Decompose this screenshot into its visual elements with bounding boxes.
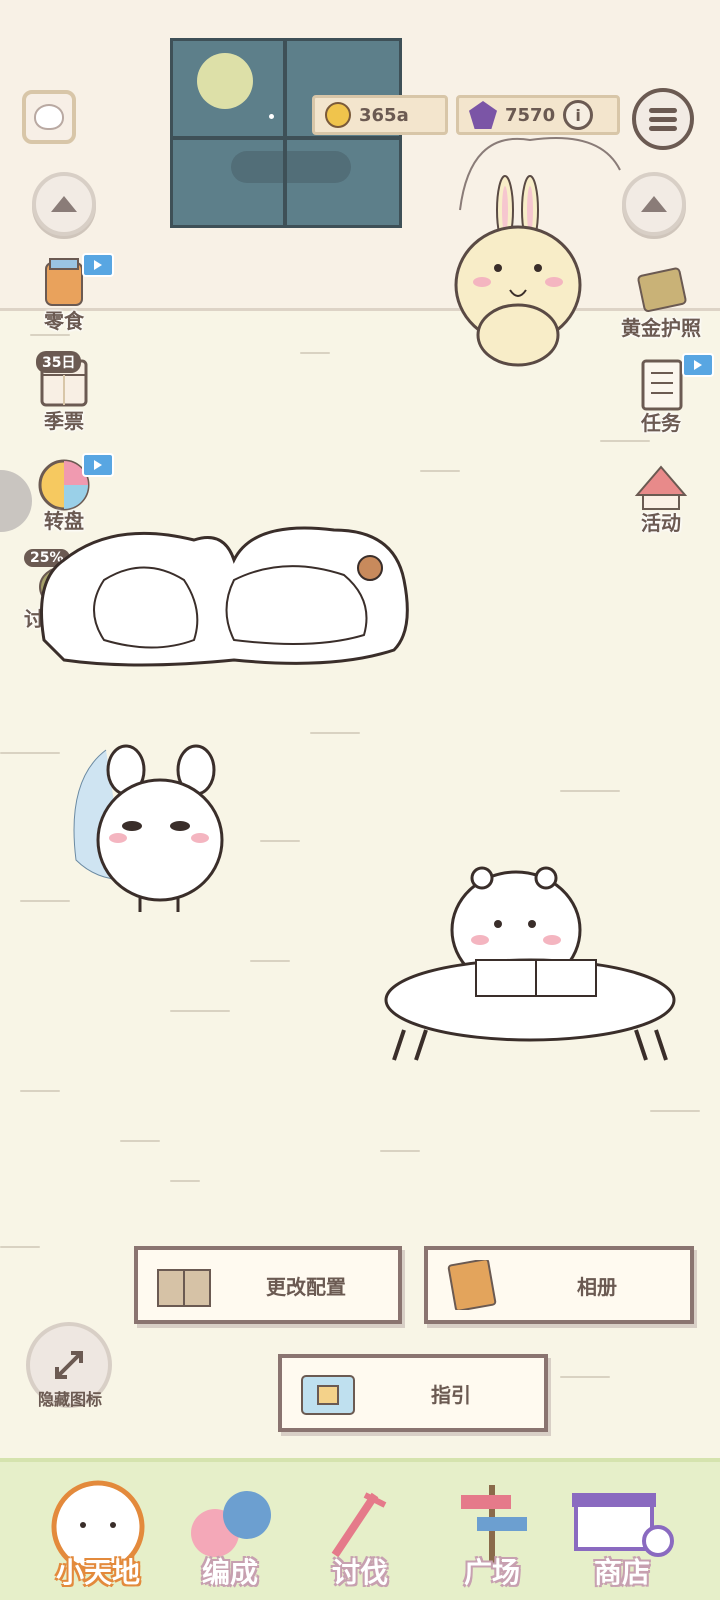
video-ad-icon [682,353,714,377]
floor-mark [20,1090,60,1092]
floor-mark [380,1150,420,1152]
moon [197,53,253,109]
coin-counter[interactable]: 365a [312,95,448,135]
floor-mark [560,790,620,792]
golden-passport-label: 黄金护照 [621,316,701,340]
album-label: 相册 [577,1274,617,1299]
nav-home-label: 小天地 [55,1556,140,1589]
menu-button[interactable] [632,88,694,150]
floor-mark [650,1110,700,1112]
nav-shop[interactable]: 商店 [562,1475,682,1595]
season-pass-label: 季票 [44,409,84,433]
tent-icon [633,457,689,513]
triangle-up-icon [51,196,77,212]
album-icon [447,1260,497,1310]
tasks-label: 任务 [641,411,681,435]
cloud [231,151,351,183]
avatar-icon [34,104,64,130]
usagi-character[interactable] [430,130,630,380]
nav-team[interactable]: 编成 [170,1475,290,1595]
floor-mark [0,752,60,754]
collapse-left-button[interactable] [32,172,96,236]
floor-mark [120,1140,160,1142]
season-pass-button[interactable]: 35日 季票 [14,351,114,434]
nav-plaza-label: 广场 [463,1556,520,1589]
snack-label: 零食 [44,309,84,333]
collapse-right-button[interactable] [622,172,686,236]
floor-mark [300,352,330,354]
guide-button[interactable]: 指引 [278,1354,548,1432]
floor-mark [560,1376,610,1378]
list-icon [649,107,677,131]
change-layout-label: 更改配置 [266,1274,346,1299]
window-frame [283,41,287,225]
futon-beds[interactable] [34,520,414,680]
info-icon[interactable]: i [563,100,594,130]
gem-counter[interactable]: 7570 i [456,95,620,135]
guide-card-icon [301,1375,355,1415]
floor-mark [310,732,360,734]
hachiware-character[interactable] [66,740,246,930]
season-days-badge: 35日 [36,351,82,373]
snack-button[interactable]: 零食 [14,253,114,334]
album-button[interactable]: 相册 [424,1246,694,1324]
profile-avatar-button[interactable] [22,90,76,144]
gem-icon [469,101,497,129]
checklist-icon [633,357,689,413]
star [269,114,274,119]
floor-mark [170,1010,230,1012]
floor-mark [30,334,70,336]
chiikawa-at-table[interactable] [380,860,680,1090]
floor-mark [0,1246,40,1248]
passport-icon [633,262,689,318]
box-icon [157,1269,211,1307]
events-button[interactable]: 活动 [606,457,716,536]
tasks-button[interactable]: 任务 [606,353,716,436]
nav-shop-label: 商店 [593,1556,650,1589]
floor-mark [20,900,70,902]
nav-home[interactable]: 小天地 [38,1475,158,1595]
floor-mark [250,960,290,962]
coin-icon [325,102,351,128]
coin-amount: 365a [359,104,409,126]
floor-mark [260,840,300,842]
hide-icons-label: 隐藏图标 [37,1390,102,1409]
golden-passport-button[interactable]: 黄金护照 [606,262,716,341]
nav-team-label: 编成 [201,1556,258,1589]
events-label: 活动 [641,511,681,535]
video-ad-icon [82,453,114,477]
nav-subjugation-label: 讨伐 [331,1556,388,1589]
floor-mark [420,470,460,472]
gem-amount: 7570 [505,104,556,126]
window-frame [173,136,399,140]
floor-mark [600,440,650,442]
floor-mark [170,1180,200,1182]
change-layout-button[interactable]: 更改配置 [134,1246,402,1324]
expand-arrows-icon [55,1351,83,1379]
triangle-up-icon [641,196,667,212]
guide-label: 指引 [431,1382,471,1407]
nav-plaza[interactable]: 广场 [432,1475,552,1595]
video-ad-icon [82,253,114,277]
nav-subjugation[interactable]: 讨伐 [300,1475,420,1595]
